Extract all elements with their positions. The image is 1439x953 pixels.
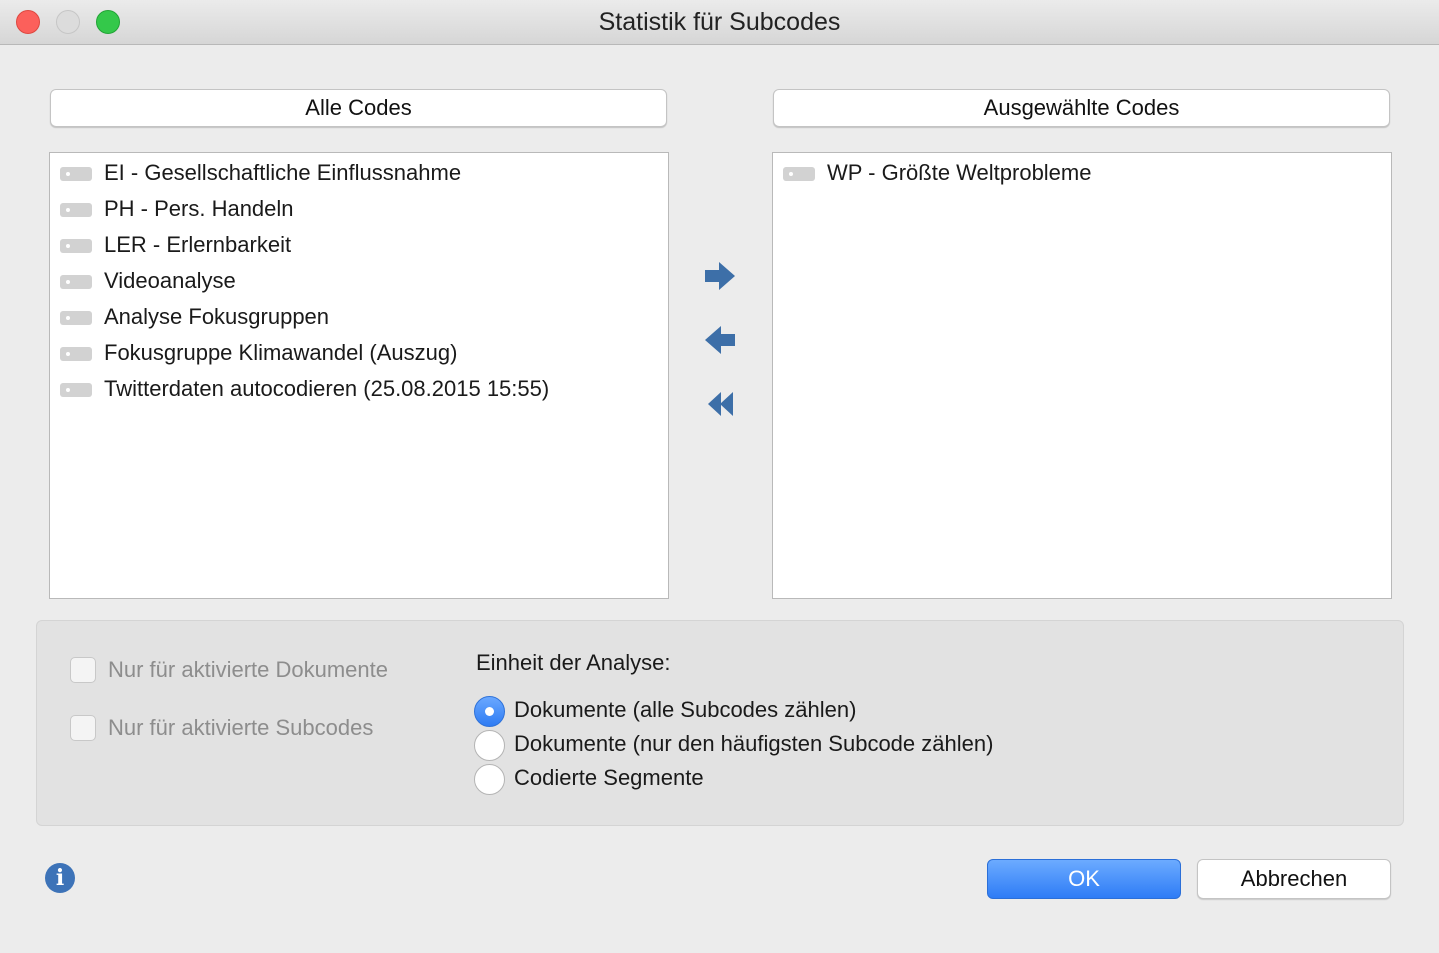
ok-button[interactable]: OK — [987, 859, 1181, 899]
radio-most-frequent-subcode-label: Dokumente (nur den häufigsten Subcode zä… — [514, 731, 994, 756]
list-item[interactable]: LER - Erlernbarkeit — [50, 227, 668, 263]
radio-most-frequent-subcode[interactable] — [474, 730, 505, 761]
info-icon[interactable]: i — [45, 863, 75, 893]
selected-codes-list[interactable]: WP - Größte Weltprobleme — [772, 152, 1392, 599]
move-all-left-icon[interactable] — [702, 386, 738, 422]
activated-subcodes-checkbox[interactable] — [70, 715, 96, 741]
list-item[interactable]: Videoanalyse — [50, 263, 668, 299]
activated-documents-checkbox[interactable] — [70, 657, 96, 683]
move-right-arrow-icon[interactable] — [702, 258, 738, 294]
list-item[interactable]: PH - Pers. Handeln — [50, 191, 668, 227]
radio-coded-segments[interactable] — [474, 764, 505, 795]
list-item-label: WP - Größte Weltprobleme — [827, 160, 1092, 185]
title-bar: Statistik für Subcodes — [0, 0, 1439, 45]
list-item-label: Twitterdaten autocodieren (25.08.2015 15… — [104, 376, 550, 401]
list-item[interactable]: Twitterdaten autocodieren (25.08.2015 15… — [50, 371, 668, 407]
radio-coded-segments-label: Codierte Segmente — [514, 765, 704, 790]
list-item[interactable]: WP - Größte Weltprobleme — [773, 155, 1391, 191]
code-tag-icon — [60, 383, 92, 397]
list-item[interactable]: Analyse Fokusgruppen — [50, 299, 668, 335]
activated-subcodes-label: Nur für aktivierte Subcodes — [108, 715, 374, 740]
code-tag-icon — [60, 167, 92, 181]
list-item-label: Fokusgruppe Klimawandel (Auszug) — [104, 340, 458, 365]
code-tag-icon — [783, 167, 815, 181]
list-item-label: Analyse Fokusgruppen — [104, 304, 330, 329]
activated-documents-label: Nur für aktivierte Dokumente — [108, 657, 388, 682]
radio-all-subcodes-label: Dokumente (alle Subcodes zählen) — [514, 697, 857, 722]
unit-of-analysis-label: Einheit der Analyse: — [476, 650, 671, 675]
code-tag-icon — [60, 275, 92, 289]
code-tag-icon — [60, 347, 92, 361]
code-tag-icon — [60, 311, 92, 325]
code-tag-icon — [60, 203, 92, 217]
list-item[interactable]: EI - Gesellschaftliche Einflussnahme — [50, 155, 668, 191]
all-codes-list[interactable]: EI - Gesellschaftliche Einflussnahme PH … — [49, 152, 669, 599]
list-item-label: PH - Pers. Handeln — [104, 196, 294, 221]
all-codes-header[interactable]: Alle Codes — [50, 89, 667, 127]
window-title: Statistik für Subcodes — [598, 8, 841, 36]
cancel-button[interactable]: Abbrechen — [1197, 859, 1391, 899]
list-item[interactable]: Fokusgruppe Klimawandel (Auszug) — [50, 335, 668, 371]
code-tag-icon — [60, 239, 92, 253]
selected-codes-header[interactable]: Ausgewählte Codes — [773, 89, 1390, 127]
list-item-label: EI - Gesellschaftliche Einflussnahme — [104, 160, 462, 185]
move-left-arrow-icon[interactable] — [702, 322, 738, 358]
list-item-label: LER - Erlernbarkeit — [104, 232, 292, 257]
list-item-label: Videoanalyse — [104, 268, 236, 293]
radio-all-subcodes[interactable] — [474, 696, 505, 727]
